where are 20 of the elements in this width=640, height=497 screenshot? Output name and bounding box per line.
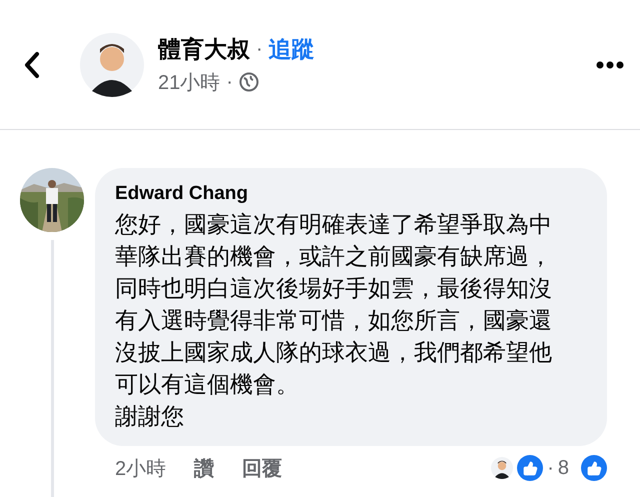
post-time: 21小時 [158,70,220,96]
reactor-avatar [491,457,514,479]
separator: · [547,456,554,480]
globe-icon [238,72,259,92]
like-link[interactable]: 讚 [194,454,214,482]
comment-text: 您好，國豪這次有明確表達了希望爭取為中華隊出賽的機會，或許之前國豪有缺席過，同時也明白這次後場好手如雲，最後得知沒有入選時覺得非常可惜，如您所言，國豪還沒披上國家成人隊的球衣過，我們都希望他可以有這個機會。 [115,210,553,399]
comment-text: 謝謝您 [115,402,185,431]
separator: · [256,38,263,60]
commenter-name[interactable]: Edward Chang [115,180,587,208]
reaction-count: 8 [558,456,569,480]
avatar[interactable] [80,32,144,96]
reply-link[interactable]: 回覆 [242,454,282,482]
back-icon[interactable] [22,50,42,78]
separator: · [226,70,233,94]
like-icon [517,455,544,481]
more-icon[interactable] [596,60,624,68]
author-name[interactable]: 體育大叔 [158,34,250,64]
comment-time: 2小時 [115,456,166,482]
follow-link[interactable]: 追蹤 [268,34,315,64]
like-icon[interactable] [581,455,607,481]
